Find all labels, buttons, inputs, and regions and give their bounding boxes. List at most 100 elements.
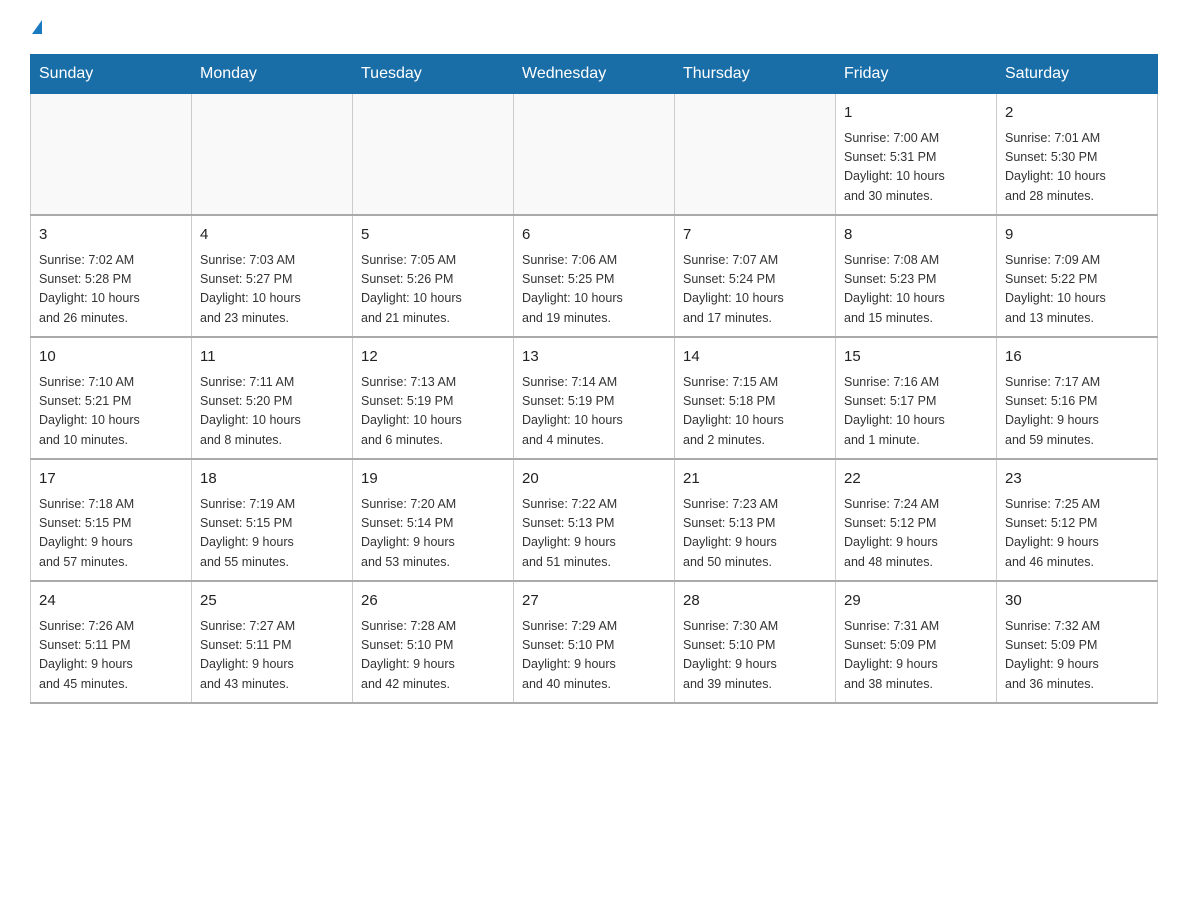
- day-info: Sunrise: 7:01 AM Sunset: 5:30 PM Dayligh…: [1005, 129, 1149, 207]
- calendar-cell: 4 Sunrise: 7:03 AM Sunset: 5:27 PM Daylig…: [192, 215, 353, 337]
- day-info: Sunrise: 7:18 AM Sunset: 5:15 PM Dayligh…: [39, 495, 183, 573]
- day-info: Sunrise: 7:05 AM Sunset: 5:26 PM Dayligh…: [361, 251, 505, 329]
- day-number: 6: [522, 224, 666, 247]
- day-number: 16: [1005, 346, 1149, 369]
- day-info: Sunrise: 7:29 AM Sunset: 5:10 PM Dayligh…: [522, 617, 666, 695]
- calendar-cell: 18Sunrise: 7:19 AM Sunset: 5:15 PM Dayli…: [192, 459, 353, 581]
- day-number: 2: [1005, 102, 1149, 125]
- day-info: Sunrise: 7:08 AM Sunset: 5:23 PM Dayligh…: [844, 251, 988, 329]
- day-info: Sunrise: 7:00 AM Sunset: 5:31 PM Dayligh…: [844, 129, 988, 207]
- calendar-cell: 12 Sunrise: 7:13 AM Sunset: 5:19 PM Dayli…: [353, 337, 514, 459]
- day-info: Sunrise: 7:03 AM Sunset: 5:27 PM Dayligh…: [200, 251, 344, 329]
- weekday-header-saturday: Saturday: [997, 55, 1158, 94]
- calendar-cell: 19 Sunrise: 7:20 AM Sunset: 5:14 PM Dayli…: [353, 459, 514, 581]
- day-number: 24: [39, 590, 183, 613]
- day-number: 17: [39, 468, 183, 491]
- day-number: 26: [361, 590, 505, 613]
- day-info: Sunrise: 7:20 AM Sunset: 5:14 PM Dayligh…: [361, 495, 505, 573]
- calendar-cell: 1 Sunrise: 7:00 AM Sunset: 5:31 PM Daylig…: [836, 94, 997, 216]
- calendar-cell: 9 Sunrise: 7:09 AM Sunset: 5:22 PM Daylig…: [997, 215, 1158, 337]
- calendar-cell: 22Sunrise: 7:24 AM Sunset: 5:12 PM Dayli…: [836, 459, 997, 581]
- day-number: 20: [522, 468, 666, 491]
- day-number: 4: [200, 224, 344, 247]
- calendar-week-row: 1 Sunrise: 7:00 AM Sunset: 5:31 PM Daylig…: [31, 94, 1158, 216]
- calendar-cell: 15Sunrise: 7:16 AM Sunset: 5:17 PM Dayli…: [836, 337, 997, 459]
- weekday-header-tuesday: Tuesday: [353, 55, 514, 94]
- calendar-cell: 24 Sunrise: 7:26 AM Sunset: 5:11 PM Dayli…: [31, 581, 192, 703]
- day-info: Sunrise: 7:30 AM Sunset: 5:10 PM Dayligh…: [683, 617, 827, 695]
- calendar-week-row: 17 Sunrise: 7:18 AM Sunset: 5:15 PM Dayli…: [31, 459, 1158, 581]
- day-number: 30: [1005, 590, 1149, 613]
- day-number: 15: [844, 346, 988, 369]
- calendar-cell: 14Sunrise: 7:15 AM Sunset: 5:18 PM Dayli…: [675, 337, 836, 459]
- day-info: Sunrise: 7:22 AM Sunset: 5:13 PM Dayligh…: [522, 495, 666, 573]
- day-number: 11: [200, 346, 344, 369]
- weekday-header-sunday: Sunday: [31, 55, 192, 94]
- day-info: Sunrise: 7:27 AM Sunset: 5:11 PM Dayligh…: [200, 617, 344, 695]
- day-info: Sunrise: 7:11 AM Sunset: 5:20 PM Dayligh…: [200, 373, 344, 451]
- day-number: 19: [361, 468, 505, 491]
- page-header: [30, 20, 1158, 34]
- day-number: 21: [683, 468, 827, 491]
- calendar-week-row: 24 Sunrise: 7:26 AM Sunset: 5:11 PM Dayli…: [31, 581, 1158, 703]
- calendar-cell: 27Sunrise: 7:29 AM Sunset: 5:10 PM Dayli…: [514, 581, 675, 703]
- weekday-header-friday: Friday: [836, 55, 997, 94]
- calendar-cell: 8 Sunrise: 7:08 AM Sunset: 5:23 PM Daylig…: [836, 215, 997, 337]
- day-number: 23: [1005, 468, 1149, 491]
- day-info: Sunrise: 7:06 AM Sunset: 5:25 PM Dayligh…: [522, 251, 666, 329]
- day-info: Sunrise: 7:15 AM Sunset: 5:18 PM Dayligh…: [683, 373, 827, 451]
- calendar-cell: 2 Sunrise: 7:01 AM Sunset: 5:30 PM Daylig…: [997, 94, 1158, 216]
- day-info: Sunrise: 7:09 AM Sunset: 5:22 PM Dayligh…: [1005, 251, 1149, 329]
- day-number: 1: [844, 102, 988, 125]
- day-number: 9: [1005, 224, 1149, 247]
- day-info: Sunrise: 7:24 AM Sunset: 5:12 PM Dayligh…: [844, 495, 988, 573]
- day-number: 29: [844, 590, 988, 613]
- calendar-week-row: 10 Sunrise: 7:10 AM Sunset: 5:21 PM Dayli…: [31, 337, 1158, 459]
- calendar-cell: 28 Sunrise: 7:30 AM Sunset: 5:10 PM Dayli…: [675, 581, 836, 703]
- calendar-cell: 23 Sunrise: 7:25 AM Sunset: 5:12 PM Dayli…: [997, 459, 1158, 581]
- calendar-cell: 20 Sunrise: 7:22 AM Sunset: 5:13 PM Dayli…: [514, 459, 675, 581]
- weekday-header-monday: Monday: [192, 55, 353, 94]
- day-info: Sunrise: 7:25 AM Sunset: 5:12 PM Dayligh…: [1005, 495, 1149, 573]
- day-number: 5: [361, 224, 505, 247]
- day-number: 8: [844, 224, 988, 247]
- day-info: Sunrise: 7:14 AM Sunset: 5:19 PM Dayligh…: [522, 373, 666, 451]
- day-info: Sunrise: 7:32 AM Sunset: 5:09 PM Dayligh…: [1005, 617, 1149, 695]
- day-number: 12: [361, 346, 505, 369]
- day-number: 10: [39, 346, 183, 369]
- calendar-cell: 25Sunrise: 7:27 AM Sunset: 5:11 PM Dayli…: [192, 581, 353, 703]
- day-info: Sunrise: 7:23 AM Sunset: 5:13 PM Dayligh…: [683, 495, 827, 573]
- calendar-cell: 11 Sunrise: 7:11 AM Sunset: 5:20 PM Dayli…: [192, 337, 353, 459]
- calendar-week-row: 3Sunrise: 7:02 AM Sunset: 5:28 PM Daylig…: [31, 215, 1158, 337]
- day-info: Sunrise: 7:13 AM Sunset: 5:19 PM Dayligh…: [361, 373, 505, 451]
- calendar-cell: 26 Sunrise: 7:28 AM Sunset: 5:10 PM Dayli…: [353, 581, 514, 703]
- logo-triangle-icon: [32, 20, 42, 34]
- calendar-cell: 17 Sunrise: 7:18 AM Sunset: 5:15 PM Dayli…: [31, 459, 192, 581]
- calendar-table: SundayMondayTuesdayWednesdayThursdayFrid…: [30, 54, 1158, 704]
- day-info: Sunrise: 7:28 AM Sunset: 5:10 PM Dayligh…: [361, 617, 505, 695]
- day-info: Sunrise: 7:10 AM Sunset: 5:21 PM Dayligh…: [39, 373, 183, 451]
- calendar-cell: 21 Sunrise: 7:23 AM Sunset: 5:13 PM Dayli…: [675, 459, 836, 581]
- day-info: Sunrise: 7:19 AM Sunset: 5:15 PM Dayligh…: [200, 495, 344, 573]
- logo: [30, 20, 42, 34]
- day-info: Sunrise: 7:17 AM Sunset: 5:16 PM Dayligh…: [1005, 373, 1149, 451]
- calendar-cell: [675, 94, 836, 216]
- calendar-cell: [31, 94, 192, 216]
- calendar-cell: 6 Sunrise: 7:06 AM Sunset: 5:25 PM Daylig…: [514, 215, 675, 337]
- day-info: Sunrise: 7:07 AM Sunset: 5:24 PM Dayligh…: [683, 251, 827, 329]
- calendar-cell: 7Sunrise: 7:07 AM Sunset: 5:24 PM Daylig…: [675, 215, 836, 337]
- day-info: Sunrise: 7:02 AM Sunset: 5:28 PM Dayligh…: [39, 251, 183, 329]
- weekday-header-thursday: Thursday: [675, 55, 836, 94]
- weekday-header-wednesday: Wednesday: [514, 55, 675, 94]
- calendar-cell: 16 Sunrise: 7:17 AM Sunset: 5:16 PM Dayli…: [997, 337, 1158, 459]
- day-info: Sunrise: 7:26 AM Sunset: 5:11 PM Dayligh…: [39, 617, 183, 695]
- calendar-cell: [514, 94, 675, 216]
- calendar-cell: 30 Sunrise: 7:32 AM Sunset: 5:09 PM Dayli…: [997, 581, 1158, 703]
- calendar-cell: 3Sunrise: 7:02 AM Sunset: 5:28 PM Daylig…: [31, 215, 192, 337]
- day-number: 28: [683, 590, 827, 613]
- day-info: Sunrise: 7:31 AM Sunset: 5:09 PM Dayligh…: [844, 617, 988, 695]
- calendar-cell: 10 Sunrise: 7:10 AM Sunset: 5:21 PM Dayli…: [31, 337, 192, 459]
- weekday-header-row: SundayMondayTuesdayWednesdayThursdayFrid…: [31, 55, 1158, 94]
- calendar-cell: 29 Sunrise: 7:31 AM Sunset: 5:09 PM Dayli…: [836, 581, 997, 703]
- day-number: 13: [522, 346, 666, 369]
